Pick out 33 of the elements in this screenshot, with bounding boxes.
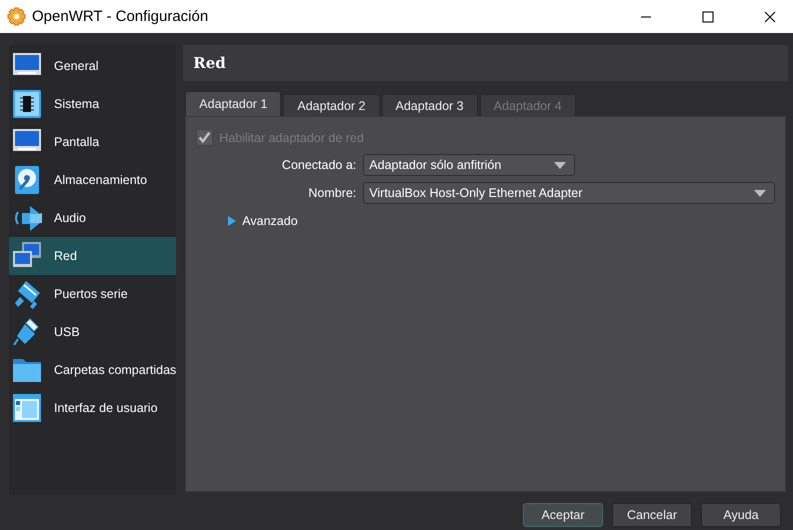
tab[interactable]: Adaptador 2: [283, 94, 380, 116]
expand-arrow-icon[interactable]: [227, 216, 238, 226]
caret-icon: [754, 190, 766, 196]
sidebar-item[interactable]: Sistema: [9, 85, 176, 123]
caret-icon: [554, 162, 566, 168]
window-title: OpenWRT - Configuración: [32, 8, 210, 25]
sidebar-item[interactable]: Red: [9, 237, 176, 275]
sidebar-item[interactable]: Audio: [9, 199, 176, 237]
sidebar-item[interactable]: Pantalla: [9, 123, 176, 161]
sidebar-item[interactable]: General: [9, 47, 176, 85]
sidebar-item[interactable]: Carpetas compartidas: [9, 351, 176, 389]
sidebar-item[interactable]: Almacenamiento: [9, 161, 176, 199]
dropdown[interactable]: Adaptador sólo anfitrión: [363, 154, 576, 176]
close-icon[interactable]: [764, 10, 776, 22]
window-icon: [12, 393, 42, 423]
dialog-button[interactable]: Cancelar: [612, 503, 692, 527]
sidebar-item[interactable]: Interfaz de usuario: [9, 389, 176, 427]
gear-icon: [7, 7, 26, 26]
maximize-icon[interactable]: [702, 10, 714, 22]
tab[interactable]: Adaptador 1: [185, 91, 282, 116]
sidebar-item[interactable]: USB: [9, 313, 176, 351]
field-label: Conectado a:: [280, 158, 356, 172]
chip-icon: [12, 89, 42, 119]
section-title: Red: [193, 54, 226, 72]
tab[interactable]: Adaptador 3: [382, 94, 478, 116]
dialog-button[interactable]: Ayuda: [701, 503, 781, 527]
connector-icon: [12, 279, 42, 309]
dialog-button[interactable]: Aceptar: [523, 503, 603, 527]
field-label: Nombre:: [307, 186, 356, 200]
speaker-icon: [12, 203, 42, 233]
sidebar-item[interactable]: Puertos serie: [9, 275, 176, 313]
dropdown[interactable]: VirtualBox Host-Only Ethernet Adapter: [363, 182, 776, 204]
advanced-link[interactable]: Avanzado: [242, 214, 298, 228]
